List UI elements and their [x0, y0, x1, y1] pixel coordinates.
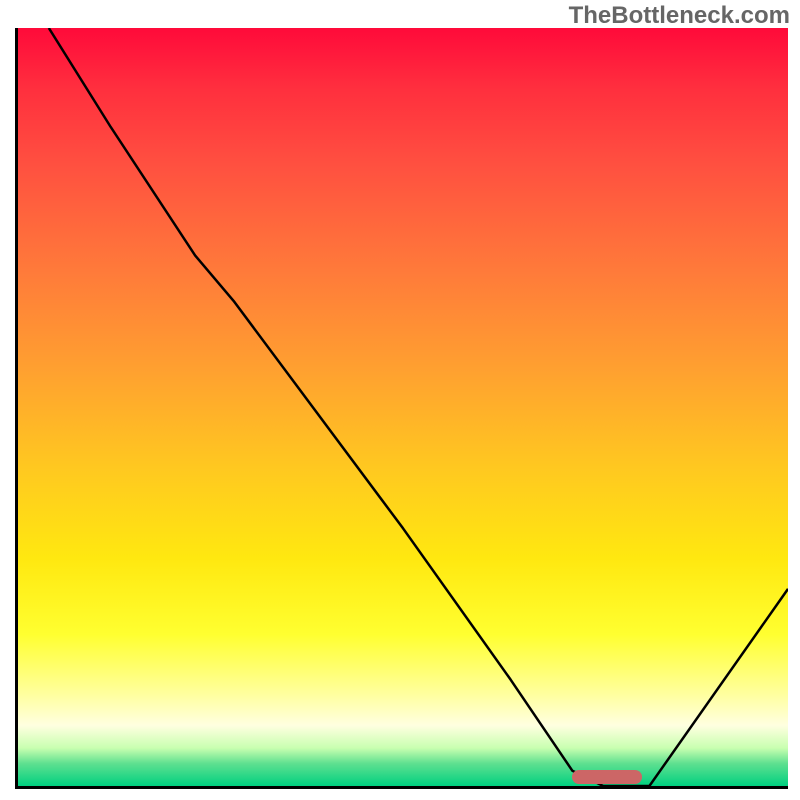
- plot-area: [15, 28, 788, 789]
- chart-container: TheBottleneck.com: [0, 0, 800, 800]
- optimum-marker: [572, 770, 641, 784]
- line-layer: [18, 28, 788, 786]
- curve-path: [49, 28, 788, 786]
- watermark-text: TheBottleneck.com: [569, 2, 790, 30]
